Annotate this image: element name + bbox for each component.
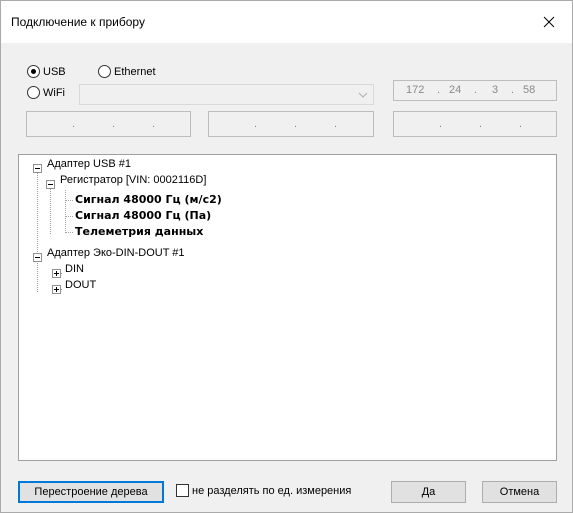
field-dot: . [439, 118, 443, 130]
radio-ethernet[interactable]: Ethernet [98, 65, 156, 78]
checkbox-label: не разделять по ед. измерения [192, 484, 352, 497]
chevron-down-icon [358, 92, 368, 98]
tree-node-eco-adapter[interactable]: Адаптер Эко-DIN-DOUT #1 [47, 245, 185, 261]
ip-dot: . [474, 84, 478, 96]
collapse-icon[interactable] [33, 253, 42, 262]
ip-dot: . [437, 84, 441, 96]
field-dot: . [334, 118, 338, 130]
dialog-title: Подключение к прибору [11, 15, 145, 29]
ip-octet-1: 172 [406, 84, 425, 96]
close-button[interactable] [526, 1, 572, 43]
radio-ethernet-indicator [98, 65, 111, 78]
field-dot: . [254, 118, 258, 130]
field-dot: . [519, 118, 523, 130]
title-bar: Подключение к прибору [1, 1, 572, 43]
collapse-icon[interactable] [46, 180, 55, 189]
tree-node-registrator[interactable]: Регистратор [VIN: 0002116D] [60, 172, 206, 188]
collapse-icon[interactable] [33, 164, 42, 173]
tree-node-signal-pa[interactable]: Сигнал 48000 Гц (Па) [75, 208, 211, 224]
radio-wifi-indicator [27, 86, 40, 99]
ip-address-field[interactable]: 172 . 24 . 3 . 58 [393, 80, 557, 101]
tree-node-usb-adapter[interactable]: Адаптер USB #1 [47, 156, 131, 172]
radio-wifi[interactable]: WiFi [27, 86, 65, 99]
field-dot: . [152, 118, 156, 130]
connect-dialog: Подключение к прибору USB Ethernet WiFi … [0, 0, 573, 513]
cancel-button[interactable]: Отмена [482, 481, 557, 503]
dont-split-units-checkbox[interactable]: не разделять по ед. измерения [176, 484, 351, 497]
radio-usb[interactable]: USB [27, 65, 66, 78]
expand-icon[interactable] [52, 285, 61, 294]
ip-octet-4: 58 [523, 84, 536, 96]
ip-octet-3: 3 [492, 84, 499, 96]
radio-wifi-label: WiFi [43, 86, 65, 99]
tree-node-signal-ms2[interactable]: Сигнал 48000 Гц (м/с2) [75, 192, 222, 208]
expand-icon[interactable] [52, 269, 61, 278]
wifi-network-select[interactable] [79, 84, 374, 105]
field-dot: . [294, 118, 298, 130]
radio-ethernet-label: Ethernet [114, 65, 156, 78]
address-field-2[interactable]: . . . [208, 111, 374, 137]
tree-node-telemetry[interactable]: Телеметрия данных [75, 224, 203, 240]
address-field-3[interactable]: . . . [393, 111, 557, 137]
device-tree[interactable]: Адаптер USB #1 Регистратор [VIN: 0002116… [18, 154, 557, 461]
checkbox-box [176, 484, 189, 497]
field-dot: . [479, 118, 483, 130]
close-icon [543, 16, 555, 28]
field-dot: . [72, 118, 76, 130]
field-dot: . [112, 118, 116, 130]
address-field-1[interactable]: . . . [26, 111, 191, 137]
ok-button[interactable]: Да [391, 481, 466, 503]
ip-dot: . [511, 84, 515, 96]
tree-node-din[interactable]: DIN [65, 261, 84, 277]
radio-usb-label: USB [43, 65, 66, 78]
radio-usb-indicator [27, 65, 40, 78]
ip-octet-2: 24 [449, 84, 462, 96]
tree-node-dout[interactable]: DOUT [65, 277, 96, 293]
rebuild-tree-button[interactable]: Перестроение дерева [18, 481, 164, 503]
